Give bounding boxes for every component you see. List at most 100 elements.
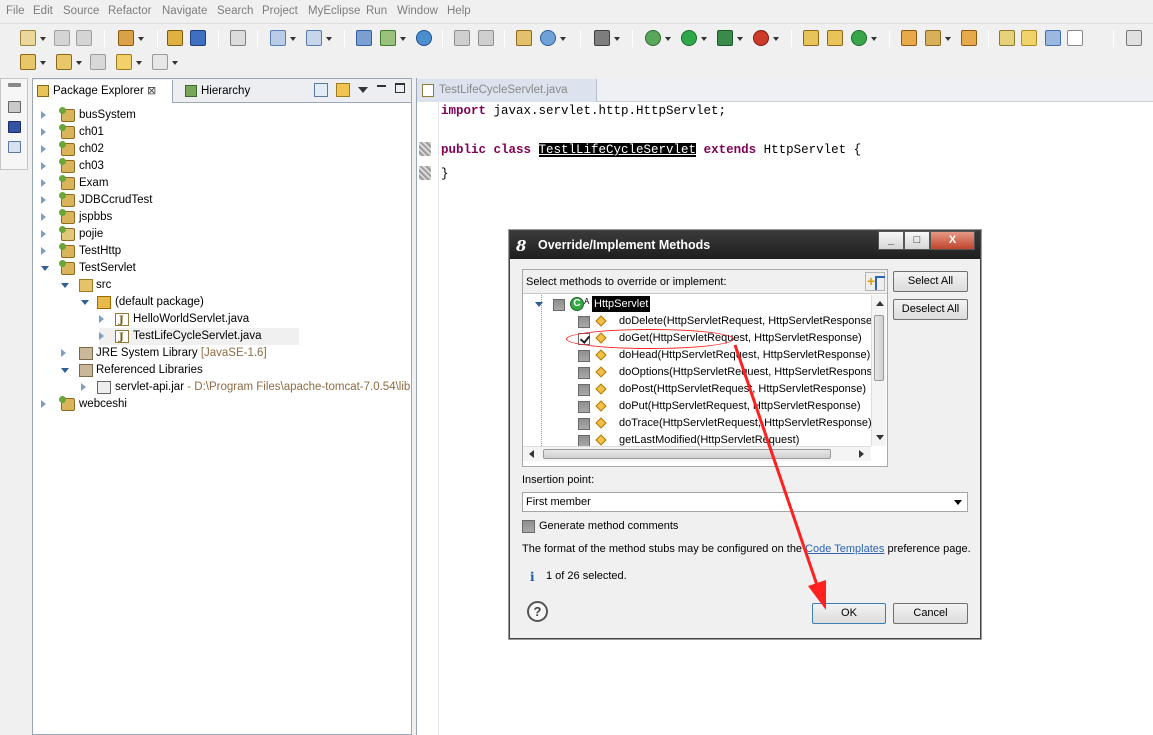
screenshot-icon[interactable] bbox=[594, 30, 620, 46]
link-with-editor-icon[interactable] bbox=[336, 83, 350, 97]
vertical-scrollbar[interactable] bbox=[871, 295, 886, 446]
method-item[interactable]: doPut(HttpServletRequest, HttpServletRes… bbox=[523, 398, 871, 415]
help-icon[interactable]: ? bbox=[527, 601, 548, 622]
code-line[interactable]: } bbox=[441, 167, 449, 181]
perspective-icon[interactable] bbox=[1126, 30, 1142, 46]
tree-item-class[interactable]: C A HttpServlet bbox=[523, 296, 871, 313]
menu-navigate[interactable]: Navigate bbox=[162, 5, 207, 17]
method-item[interactable]: doOptions(HttpServletRequest, HttpServle… bbox=[523, 364, 871, 381]
server-icon[interactable] bbox=[230, 30, 246, 46]
menu-search[interactable]: Search bbox=[217, 5, 253, 17]
tab-package-explorer[interactable]: Package Explorer ⊠ bbox=[33, 80, 173, 103]
deploy-icon[interactable] bbox=[118, 30, 144, 46]
method-checkbox[interactable] bbox=[578, 316, 590, 328]
db-icon[interactable] bbox=[516, 30, 532, 46]
method-item[interactable]: doDelete(HttpServletRequest, HttpServlet… bbox=[523, 313, 871, 330]
code-line[interactable]: public class TestlLifeCycleServlet exten… bbox=[441, 143, 861, 157]
method-checkbox[interactable] bbox=[578, 401, 590, 413]
method-checkbox[interactable] bbox=[578, 367, 590, 379]
menu-edit[interactable]: Edit bbox=[33, 5, 53, 17]
view-icon[interactable] bbox=[8, 101, 21, 113]
method-checkbox[interactable] bbox=[578, 350, 590, 362]
class-checkbox[interactable] bbox=[553, 299, 565, 311]
method-item[interactable]: getLastModified(HttpServletRequest) bbox=[523, 432, 871, 446]
debug-icon[interactable] bbox=[645, 30, 671, 46]
web-icon[interactable] bbox=[356, 30, 372, 46]
maximize-button[interactable]: □ bbox=[904, 231, 930, 250]
cancel-button[interactable]: Cancel bbox=[893, 603, 968, 624]
scroll-up-icon[interactable] bbox=[876, 301, 884, 306]
menu-myeclipse[interactable]: MyEclipse bbox=[308, 5, 360, 17]
method-checkbox[interactable] bbox=[578, 418, 590, 430]
view-menu-icon[interactable] bbox=[358, 87, 368, 93]
toggle-icon[interactable] bbox=[454, 30, 470, 46]
run-icon[interactable] bbox=[681, 30, 707, 46]
pin-icon[interactable] bbox=[999, 30, 1015, 46]
run-history-icon[interactable] bbox=[717, 30, 743, 46]
menu-project[interactable]: Project bbox=[262, 5, 298, 17]
open-type-icon[interactable] bbox=[167, 30, 183, 46]
scroll-right-icon[interactable] bbox=[859, 450, 864, 458]
close-icon[interactable]: ⊠ bbox=[147, 80, 156, 102]
method-item[interactable]: doHead(HttpServletRequest, HttpServletRe… bbox=[523, 347, 871, 364]
scroll-thumb[interactable] bbox=[543, 449, 831, 459]
outline-icon[interactable] bbox=[8, 141, 21, 153]
method-checkbox[interactable] bbox=[578, 384, 590, 396]
code-line[interactable]: import javax.servlet.http.HttpServlet; bbox=[441, 104, 726, 118]
highlight-icon[interactable] bbox=[1021, 30, 1037, 46]
external-tools-icon[interactable] bbox=[753, 30, 779, 46]
block-select-icon[interactable] bbox=[1045, 30, 1061, 46]
menu-run[interactable]: Run bbox=[366, 5, 387, 17]
close-button[interactable]: X bbox=[930, 231, 975, 250]
insertion-point-select[interactable]: First member bbox=[522, 492, 968, 512]
maximize-icon[interactable] bbox=[395, 83, 405, 93]
annotation-icon[interactable] bbox=[961, 30, 977, 46]
menu-help[interactable]: Help bbox=[447, 5, 471, 17]
menu-file[interactable]: File bbox=[6, 5, 25, 17]
menu-window[interactable]: Window bbox=[397, 5, 438, 17]
tree-item-selected[interactable]: TestLifeCycleServlet.java bbox=[99, 328, 299, 346]
new-item-icon[interactable] bbox=[851, 30, 877, 46]
sort-by-type-icon[interactable] bbox=[865, 272, 885, 291]
back-icon[interactable] bbox=[116, 54, 142, 70]
open-folder-icon[interactable] bbox=[901, 30, 917, 46]
globe-icon[interactable] bbox=[416, 30, 432, 46]
tab-editor-file[interactable]: TestLifeCycleServlet.java bbox=[417, 79, 597, 102]
print-icon[interactable] bbox=[76, 30, 92, 46]
dialog-title-bar[interactable]: 8 Override/Implement Methods _ □ X bbox=[510, 231, 980, 259]
scroll-down-icon[interactable] bbox=[876, 435, 884, 440]
new-icon[interactable] bbox=[20, 30, 46, 46]
mark-icon[interactable] bbox=[478, 30, 494, 46]
method-item[interactable]: doTrace(HttpServletRequest, HttpServletR… bbox=[523, 415, 871, 432]
open-resource-icon[interactable] bbox=[190, 30, 206, 46]
wizard-icon[interactable] bbox=[270, 30, 296, 46]
scroll-thumb[interactable] bbox=[874, 315, 884, 381]
method-item[interactable]: doPost(HttpServletRequest, HttpServletRe… bbox=[523, 381, 871, 398]
select-all-button[interactable]: Select All bbox=[893, 271, 968, 292]
generate-comments-checkbox[interactable] bbox=[522, 520, 535, 533]
new-package-icon[interactable] bbox=[827, 30, 843, 46]
save-icon[interactable] bbox=[54, 30, 70, 46]
show-whitespace-icon[interactable] bbox=[1067, 30, 1083, 46]
quick-fix-marker-icon[interactable] bbox=[419, 142, 431, 156]
console-icon[interactable] bbox=[8, 121, 21, 133]
minimize-button[interactable]: _ bbox=[878, 231, 904, 250]
minimize-icon[interactable] bbox=[377, 85, 386, 87]
menu-source[interactable]: Source bbox=[63, 5, 99, 17]
restore-icon[interactable] bbox=[8, 83, 21, 87]
horizontal-scrollbar[interactable] bbox=[523, 446, 871, 461]
forward-icon[interactable] bbox=[152, 54, 178, 70]
deselect-all-button[interactable]: Deselect All bbox=[893, 299, 968, 320]
last-edit-icon[interactable] bbox=[90, 54, 106, 70]
add-deployment-icon[interactable] bbox=[380, 30, 406, 46]
code-templates-link[interactable]: Code Templates bbox=[805, 543, 884, 555]
tab-hierarchy[interactable]: Hierarchy bbox=[181, 80, 281, 103]
next-annotation-icon[interactable] bbox=[20, 54, 46, 70]
ok-button[interactable]: OK bbox=[812, 603, 886, 624]
menu-refactor[interactable]: Refactor bbox=[108, 5, 151, 17]
task-icon[interactable] bbox=[925, 30, 951, 46]
search-icon[interactable] bbox=[306, 30, 332, 46]
quick-fix-marker-icon[interactable] bbox=[419, 166, 431, 180]
new-class-icon[interactable] bbox=[803, 30, 819, 46]
collapse-all-icon[interactable] bbox=[314, 83, 328, 97]
